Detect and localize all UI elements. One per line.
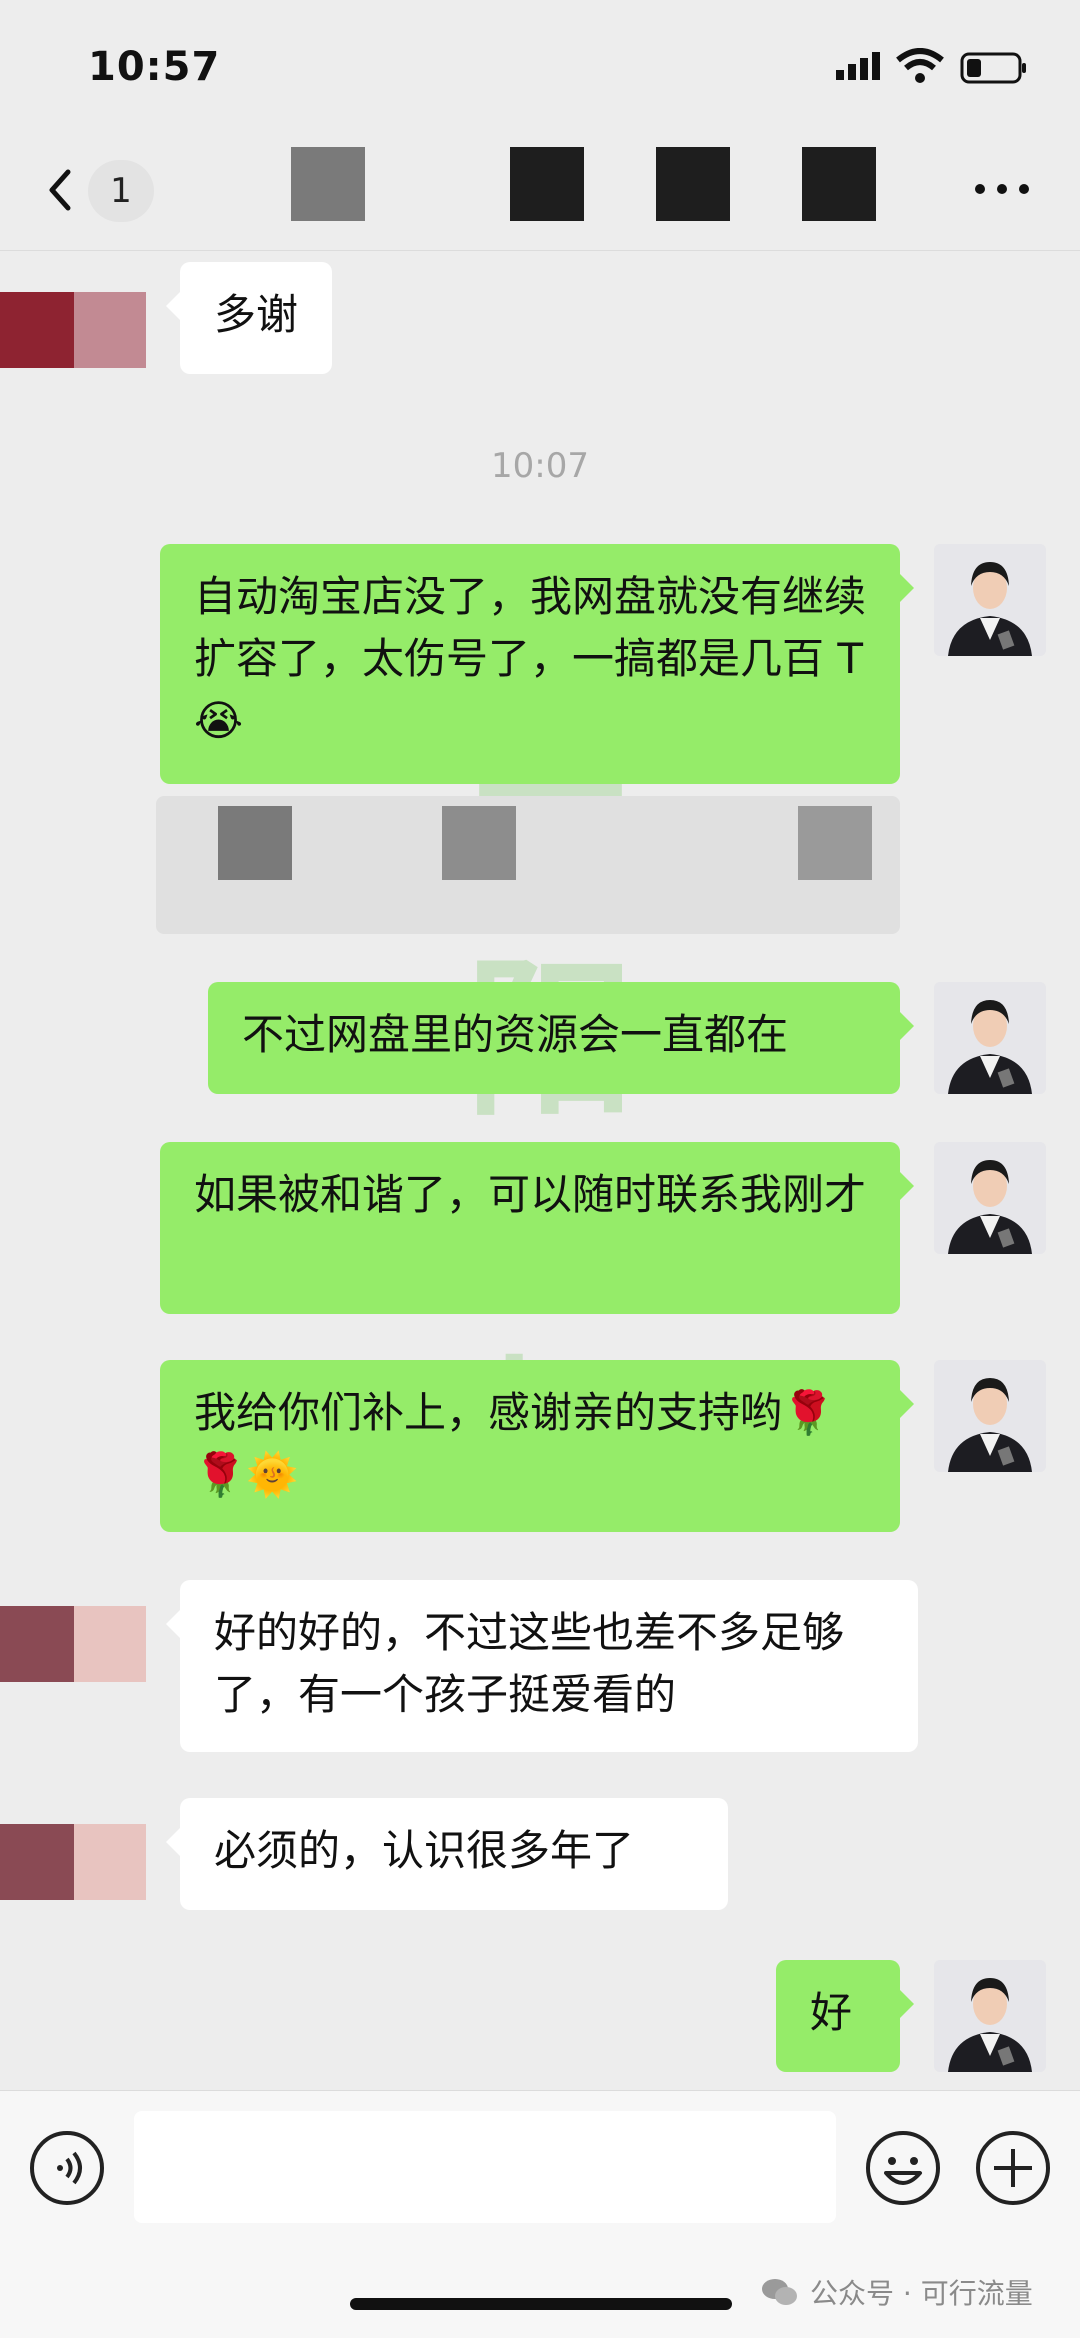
message-bubble-incoming[interactable]: 好的好的，不过这些也差不多足够了，有一个孩子挺爱看的: [166, 1580, 918, 1752]
my-avatar[interactable]: [934, 1960, 1046, 2072]
my-avatar[interactable]: [934, 982, 1046, 1094]
emoji-button[interactable]: [866, 2131, 940, 2205]
message-input[interactable]: [134, 2111, 836, 2223]
redacted-title-block: [291, 147, 365, 221]
redacted-title-block: [656, 147, 730, 221]
my-avatar[interactable]: [934, 544, 1046, 656]
source-caption: 公众号 · 可行流量: [760, 2272, 1033, 2312]
smiley-icon: [884, 2157, 922, 2185]
home-indicator[interactable]: [350, 2298, 732, 2310]
profile-photo-icon: [934, 544, 1046, 656]
message-bubble-outgoing[interactable]: 自动淘宝店没了，我网盘就没有继续扩容了，太伤号了，一搞都是几百 T😭: [160, 544, 914, 784]
status-bar: 10:57: [0, 0, 1080, 130]
profile-photo-icon: [934, 1360, 1046, 1472]
message-bubble-outgoing[interactable]: 我给你们补上，感谢亲的支持哟🌹🌹🌞: [160, 1360, 914, 1532]
voice-wave-icon: [57, 2151, 82, 2185]
contact-avatar[interactable]: [0, 1824, 146, 1900]
contact-avatar[interactable]: [0, 292, 146, 368]
profile-photo-icon: [934, 1960, 1046, 2072]
time-divider: 10:07: [491, 446, 589, 486]
contact-avatar[interactable]: [0, 1606, 146, 1682]
message-bubble-incoming[interactable]: 必须的，认识很多年了: [166, 1798, 728, 1910]
cellular-signal-icon: [836, 52, 880, 80]
redacted-attachment-card[interactable]: [156, 796, 900, 934]
chat-header: 1: [0, 130, 1080, 251]
back-chevron-icon[interactable]: [40, 160, 80, 220]
redacted-title-block: [510, 147, 584, 221]
message-bubble-outgoing[interactable]: 不过网盘里的资源会一直都在: [208, 982, 914, 1094]
wechat-logo-icon: [762, 2279, 797, 2305]
more-options-icon[interactable]: [972, 174, 1032, 204]
message-bubble-outgoing[interactable]: 好: [776, 1960, 914, 2072]
redacted-title-block: [802, 147, 876, 221]
my-avatar[interactable]: [934, 1142, 1046, 1254]
plus-icon: [994, 2149, 1032, 2187]
more-functions-button[interactable]: [976, 2131, 1050, 2205]
profile-photo-icon: [934, 1142, 1046, 1254]
message-bubble-outgoing[interactable]: 如果被和谐了，可以随时联系我刚才: [160, 1142, 914, 1314]
source-caption-text: 公众号 · 可行流量: [810, 2277, 1033, 2310]
unread-count-badge[interactable]: 1: [88, 160, 154, 222]
voice-input-button[interactable]: [30, 2131, 104, 2205]
battery-icon: [960, 52, 1026, 84]
profile-photo-icon: [934, 982, 1046, 1094]
message-bubble-incoming[interactable]: 多谢: [165, 262, 333, 374]
my-avatar[interactable]: [934, 1360, 1046, 1472]
status-time: 10:57: [88, 44, 221, 90]
wifi-icon: [896, 48, 944, 83]
